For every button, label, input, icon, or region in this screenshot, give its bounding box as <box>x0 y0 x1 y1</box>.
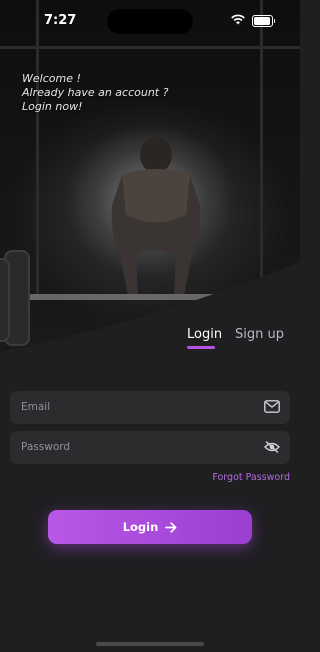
tab-signup[interactable]: Sign up <box>235 327 284 342</box>
welcome-line-2: Already have an account ? <box>22 86 169 99</box>
login-button[interactable]: Login <box>48 510 252 544</box>
login-button-label: Login <box>122 520 159 534</box>
welcome-text: Welcome ! Already have an account ? Logi… <box>22 72 222 114</box>
forgot-password-link[interactable]: Forgot Password <box>212 472 290 483</box>
status-bar: 7:27 <box>0 0 300 44</box>
eye-off-icon[interactable] <box>264 440 280 454</box>
wifi-icon <box>231 14 245 25</box>
password-field[interactable]: Password <box>10 431 290 464</box>
mail-icon <box>264 400 280 413</box>
welcome-line-3: Login now! <box>22 100 83 113</box>
welcome-line-1: Welcome ! <box>22 72 81 85</box>
tab-login[interactable]: Login <box>187 327 222 342</box>
password-placeholder: Password <box>21 441 71 453</box>
email-placeholder: Email <box>21 401 51 413</box>
battery-icon <box>252 15 275 27</box>
active-tab-indicator <box>187 346 215 349</box>
home-indicator <box>96 642 204 646</box>
arrow-right-icon <box>165 521 177 533</box>
status-time: 7:27 <box>44 13 77 28</box>
email-field[interactable]: Email <box>10 391 290 424</box>
dynamic-island <box>107 9 193 34</box>
